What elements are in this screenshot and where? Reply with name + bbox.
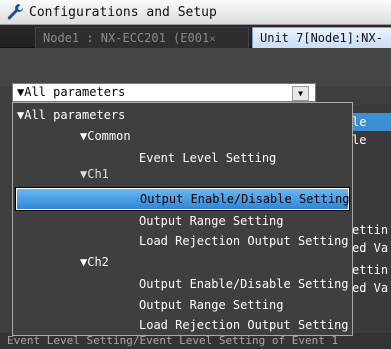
dropdown-item-ch1-load-rejection-output[interactable]: Load Rejection Output Setting bbox=[13, 231, 352, 251]
dropdown-item-ch1[interactable]: ▼Ch1 bbox=[13, 167, 352, 181]
list-item[interactable]: ettin bbox=[352, 261, 391, 279]
window-title: Configurations and Setup bbox=[29, 4, 217, 20]
dropdown-item-ch2-output-range[interactable]: Output Range Setting bbox=[13, 295, 352, 315]
chevron-down-icon[interactable]: ▼ bbox=[292, 86, 309, 101]
dropdown-item-ch2-load-rejection-output[interactable]: Load Rejection Output Setting bbox=[13, 315, 352, 335]
toolbar-area bbox=[0, 48, 391, 86]
window-titlebar: Configurations and Setup bbox=[0, 0, 391, 25]
list-item[interactable]: le bbox=[352, 131, 391, 149]
parameter-list-background: le le ettin ed Va ettin ed Va bbox=[352, 105, 391, 335]
list-item[interactable]: le bbox=[352, 113, 391, 131]
dropdown-item-ch1-output-range[interactable]: Output Range Setting bbox=[13, 211, 352, 231]
editor-tab-bar: Node1 : NX-ECC201 (E001× Unit 7[Node1]:N… bbox=[0, 25, 391, 48]
list-item[interactable]: ed Va bbox=[352, 279, 391, 297]
close-icon[interactable]: × bbox=[209, 32, 216, 45]
tab-node1[interactable]: Node1 : NX-ECC201 (E001× bbox=[35, 27, 249, 48]
dropdown-item-all-parameters[interactable]: ▼All parameters bbox=[13, 105, 352, 125]
dropdown-item-ch1-output-enable-disable[interactable]: Output Enable/Disable Setting bbox=[15, 187, 350, 211]
tab-unit7[interactable]: Unit 7[Node1]:NX- bbox=[252, 27, 391, 48]
dropdown-item-ch2[interactable]: ▼Ch2 bbox=[13, 252, 352, 272]
tab-node1-label: Node1 : NX-ECC201 (E001 bbox=[43, 31, 210, 45]
dropdown-item-event-level-setting[interactable]: Event Level Setting bbox=[13, 148, 352, 168]
parameter-filter-select[interactable]: ▼All parameters ▼ bbox=[12, 83, 316, 102]
list-item[interactable]: ettin bbox=[352, 221, 391, 239]
wrench-icon bbox=[7, 4, 23, 20]
parameter-filter-value: ▼All parameters bbox=[17, 85, 126, 99]
dropdown-item-ch2-output-enable-disable[interactable]: Output Enable/Disable Setting bbox=[13, 274, 352, 294]
tab-unit7-label: Unit 7[Node1]:NX- bbox=[260, 31, 383, 45]
dropdown-item-common[interactable]: ▼Common bbox=[13, 126, 352, 146]
list-item[interactable]: ed Va bbox=[352, 239, 391, 257]
parameter-filter-dropdown: ▼All parameters ▼Common Event Level Sett… bbox=[12, 102, 353, 336]
configurations-window: Configurations and Setup Node1 : NX-ECC2… bbox=[0, 0, 391, 349]
